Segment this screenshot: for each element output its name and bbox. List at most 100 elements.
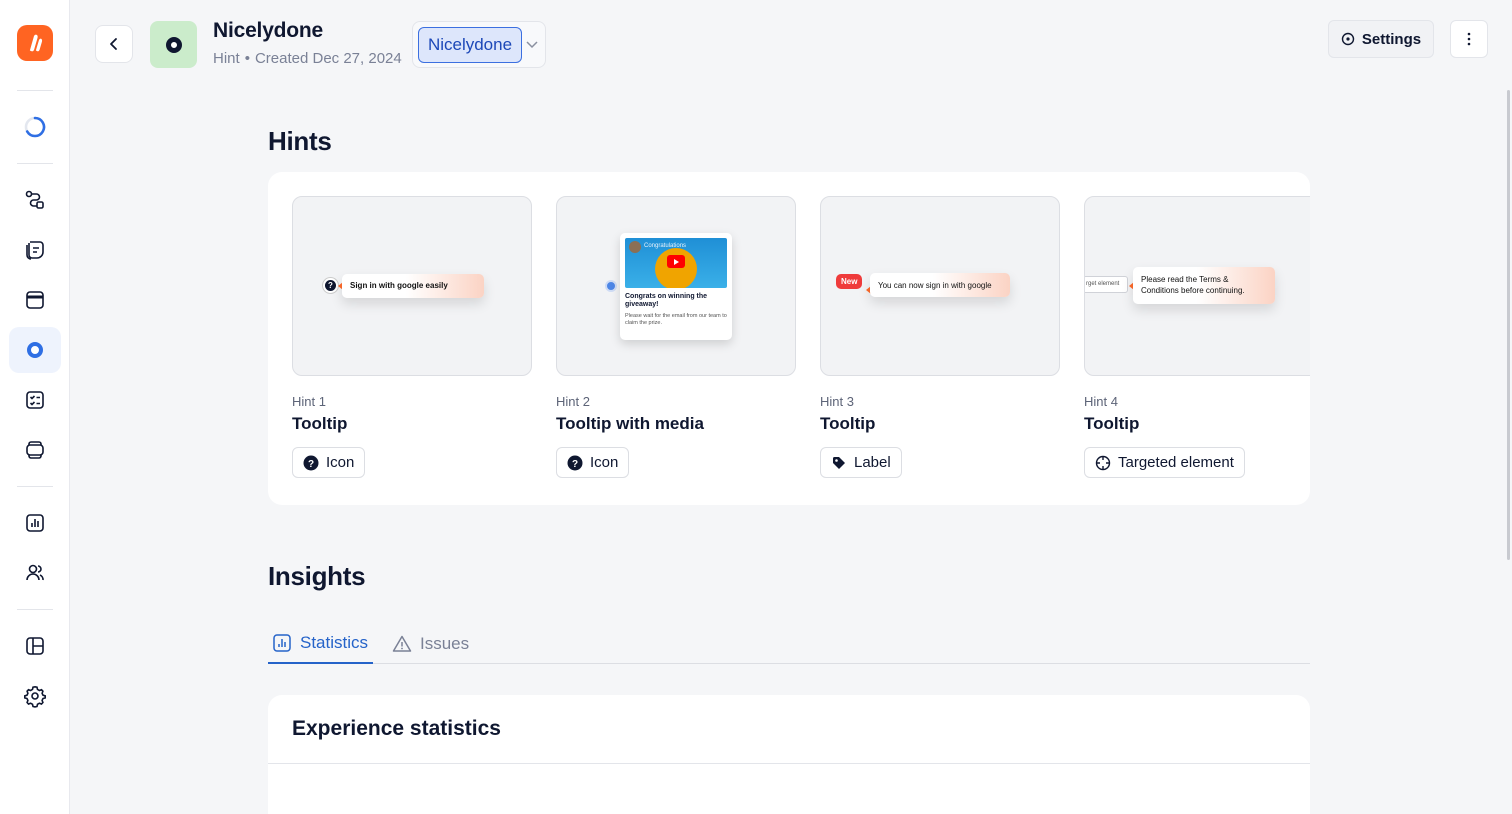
stack-icon [26,441,44,459]
sidebar-divider [17,90,53,91]
video-character [655,248,697,288]
sidebar-item-settings[interactable] [9,673,61,719]
trigger-label: Icon [590,454,619,471]
sidebar-divider [17,163,53,164]
hint-card[interactable]: ? Sign in with google easily Hint 1 Tool… [292,196,532,478]
progress-ring-icon [24,116,46,138]
hint-preview: New You can now sign in with google [820,196,1060,376]
hint-card[interactable]: rget element Please read the Terms & Con… [1084,196,1310,478]
tab-label: Issues [420,634,470,653]
settings-icon [1341,32,1355,46]
environment-select[interactable]: Nicelydone [412,21,546,68]
banner-icon [26,291,44,309]
hint-number: Hint 4 [1084,394,1118,409]
hint-icon [27,342,43,358]
hints-panel: ? Sign in with google easily Hint 1 Tool… [268,172,1310,505]
question-circle-icon: ? [303,455,319,470]
users-icon [26,564,44,581]
top-bar: Nicelydone Hint • Created Dec 27, 2024 Nic… [70,0,1512,88]
flow-icon [25,190,44,209]
svg-text:?: ? [308,459,314,470]
tab-label: Statistics [300,633,369,652]
hint-type: Tooltip [820,414,876,433]
page-subtitle: Hint • Created Dec 27, 2024 [213,50,402,67]
play-icon [667,255,685,268]
chevron-left-icon [110,38,117,50]
sidebar-divider [17,486,53,487]
trigger-label: Targeted element [1118,454,1234,471]
sidebar-item-banners[interactable] [9,277,61,323]
hint-preview: Congratulations Congrats on winning the … [556,196,796,376]
video-thumbnail: Congratulations [625,238,727,288]
sidebar-item-getting-started[interactable] [9,104,61,150]
bar-chart-icon [273,634,291,652]
layers-icon [26,241,44,260]
page-title: Nicelydone [213,19,324,42]
beacon-icon [605,280,617,292]
hint-type-icon [150,21,197,68]
media-tooltip-preview: Congratulations Congrats on winning the … [620,233,732,340]
experience-statistics-panel: Experience statistics [268,695,1310,814]
tab-issues[interactable]: Issues [392,624,469,664]
trigger-label: Icon [326,454,355,471]
hint-type: Tooltip [1084,414,1140,433]
gear-icon [24,685,46,708]
insights-heading: Insights [268,561,366,591]
sidebar-divider [17,609,53,610]
sidebar-item-hints[interactable] [9,327,61,373]
trigger-badge: Targeted element [1084,447,1245,478]
settings-button[interactable]: Settings [1328,20,1434,58]
hint-card[interactable]: Congratulations Congrats on winning the … [556,196,796,478]
tooltip-preview: Sign in with google easily [342,274,484,298]
sidebar-item-layout[interactable] [9,623,61,669]
sidebar-item-surveys[interactable] [9,377,61,423]
checklist-icon [26,391,44,409]
settings-label: Settings [1361,30,1422,48]
sidebar-item-checklists[interactable] [9,227,61,273]
sidebar-item-users[interactable] [9,550,61,596]
chevron-down-icon [526,41,538,49]
hint-number: Hint 3 [820,394,854,409]
experience-statistics-title: Experience statistics [268,695,1310,764]
created-date: Created Dec 27, 2024 [254,50,402,67]
media-tooltip-body: Please wait for the email from our team … [625,313,727,326]
crosshair-icon [1095,455,1111,470]
more-options-button[interactable] [1450,20,1488,58]
layout-icon [26,637,44,655]
hint-preview: ? Sign in with google easily [292,196,532,376]
video-title: Congratulations [644,243,687,249]
hint-number: Hint 2 [556,394,590,409]
tab-statistics[interactable]: Statistics [268,624,374,664]
logo-icon [29,34,43,52]
targeted-element-preview: rget element [1085,276,1128,293]
kebab-menu-icon [1467,32,1471,46]
app-logo[interactable] [17,25,53,61]
insights-tabs: Statistics Issues [268,614,1310,664]
hint-type: Tooltip with media [556,414,704,433]
hint-type: Tooltip [292,414,348,433]
sidebar [0,0,70,814]
hints-heading: Hints [268,126,332,156]
back-button[interactable] [95,25,133,63]
trigger-badge: ? Icon [556,447,630,478]
channel-avatar [629,241,641,253]
question-circle-icon: ? [567,455,583,470]
media-tooltip-title: Congrats on winning the giveaway! [625,293,708,308]
trigger-badge: ? Icon [292,447,366,478]
tooltip-preview: Please read the Terms & Conditions befor… [1133,267,1275,304]
hint-preview: rget element Please read the Terms & Con… [1084,196,1310,376]
environment-chip[interactable]: Nicelydone [418,27,522,63]
hint-card[interactable]: New You can now sign in with google Hint… [820,196,1060,478]
trigger-label: Label [854,454,891,471]
sidebar-item-flows[interactable] [9,177,61,223]
tooltip-preview: You can now sign in with google [870,273,1010,297]
warning-icon [392,635,412,652]
question-icon: ? [323,278,338,293]
svg-text:?: ? [572,459,578,470]
new-label-badge: New [836,274,863,289]
trigger-badge: Label [820,447,902,478]
page-scrollbar[interactable] [1507,90,1510,560]
bar-chart-icon [26,514,44,532]
sidebar-item-analytics[interactable] [9,500,61,546]
sidebar-item-launchers[interactable] [9,427,61,473]
